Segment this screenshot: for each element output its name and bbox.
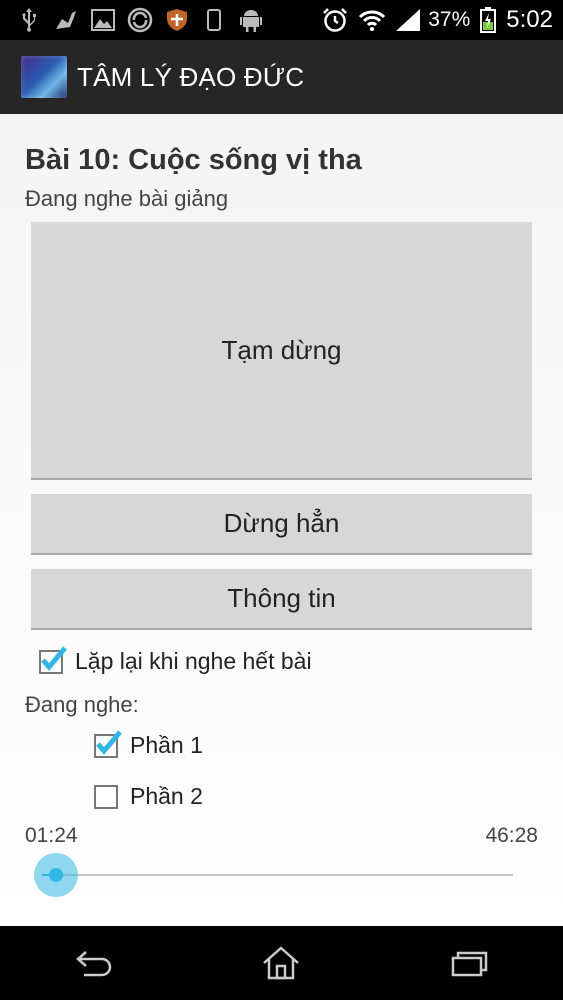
repeat-checkbox[interactable] — [39, 645, 67, 674]
total-time: 46:28 — [485, 824, 538, 847]
sync-icon — [127, 7, 153, 33]
gallery-icon — [90, 7, 116, 33]
android-icon — [238, 7, 264, 33]
info-button[interactable]: Thông tin — [31, 569, 532, 630]
home-icon — [263, 946, 300, 980]
seek-thumb[interactable] — [34, 853, 79, 897]
recent-apps-icon — [451, 951, 488, 977]
app-title: TÂM LÝ ĐẠO ĐỨC — [77, 61, 305, 92]
lesson-title: Bài 10: Cuộc sống vị tha — [25, 144, 362, 176]
part-2-option[interactable]: Phần 2 — [94, 783, 203, 810]
battery-charging-icon — [480, 7, 497, 33]
clock: 5:02 — [506, 6, 553, 33]
playback-status: Đang nghe bài giảng — [25, 186, 229, 211]
part-1-option[interactable]: Phần 1 — [94, 729, 203, 759]
part-2-label: Phần 2 — [130, 783, 203, 809]
usb-icon — [16, 7, 42, 33]
home-button[interactable] — [246, 938, 316, 988]
repeat-option[interactable]: Lặp lại khi nghe hết bài — [39, 645, 312, 675]
pause-button[interactable]: Tạm dừng — [31, 222, 532, 480]
alarm-icon — [322, 7, 348, 33]
back-icon — [75, 951, 111, 977]
part-2-checkbox[interactable] — [94, 784, 118, 809]
part-1-label: Phần 1 — [130, 732, 203, 758]
shield-icon — [164, 7, 190, 33]
navigation-bar — [0, 926, 563, 1000]
part-1-checkbox[interactable] — [94, 729, 122, 758]
recent-apps-button[interactable] — [434, 938, 504, 988]
app-logo-icon[interactable] — [21, 56, 67, 98]
back-button[interactable] — [59, 938, 129, 988]
seek-bar[interactable] — [34, 853, 513, 897]
status-bar: 37% 5:02 — [0, 0, 563, 40]
cleaner-icon — [53, 7, 79, 33]
battery-percent: 37% — [428, 8, 471, 31]
phone-icon — [201, 7, 227, 33]
signal-icon — [396, 9, 421, 31]
action-bar: TÂM LÝ ĐẠO ĐỨC — [0, 40, 563, 114]
current-time: 01:24 — [25, 824, 78, 847]
wifi-icon — [358, 9, 386, 31]
repeat-label: Lặp lại khi nghe hết bài — [75, 648, 312, 674]
content-area: Bài 10: Cuộc sống vị tha Đang nghe bài g… — [0, 114, 563, 926]
listening-label: Đang nghe: — [25, 692, 139, 717]
stop-button[interactable]: Dừng hẳn — [31, 494, 532, 555]
